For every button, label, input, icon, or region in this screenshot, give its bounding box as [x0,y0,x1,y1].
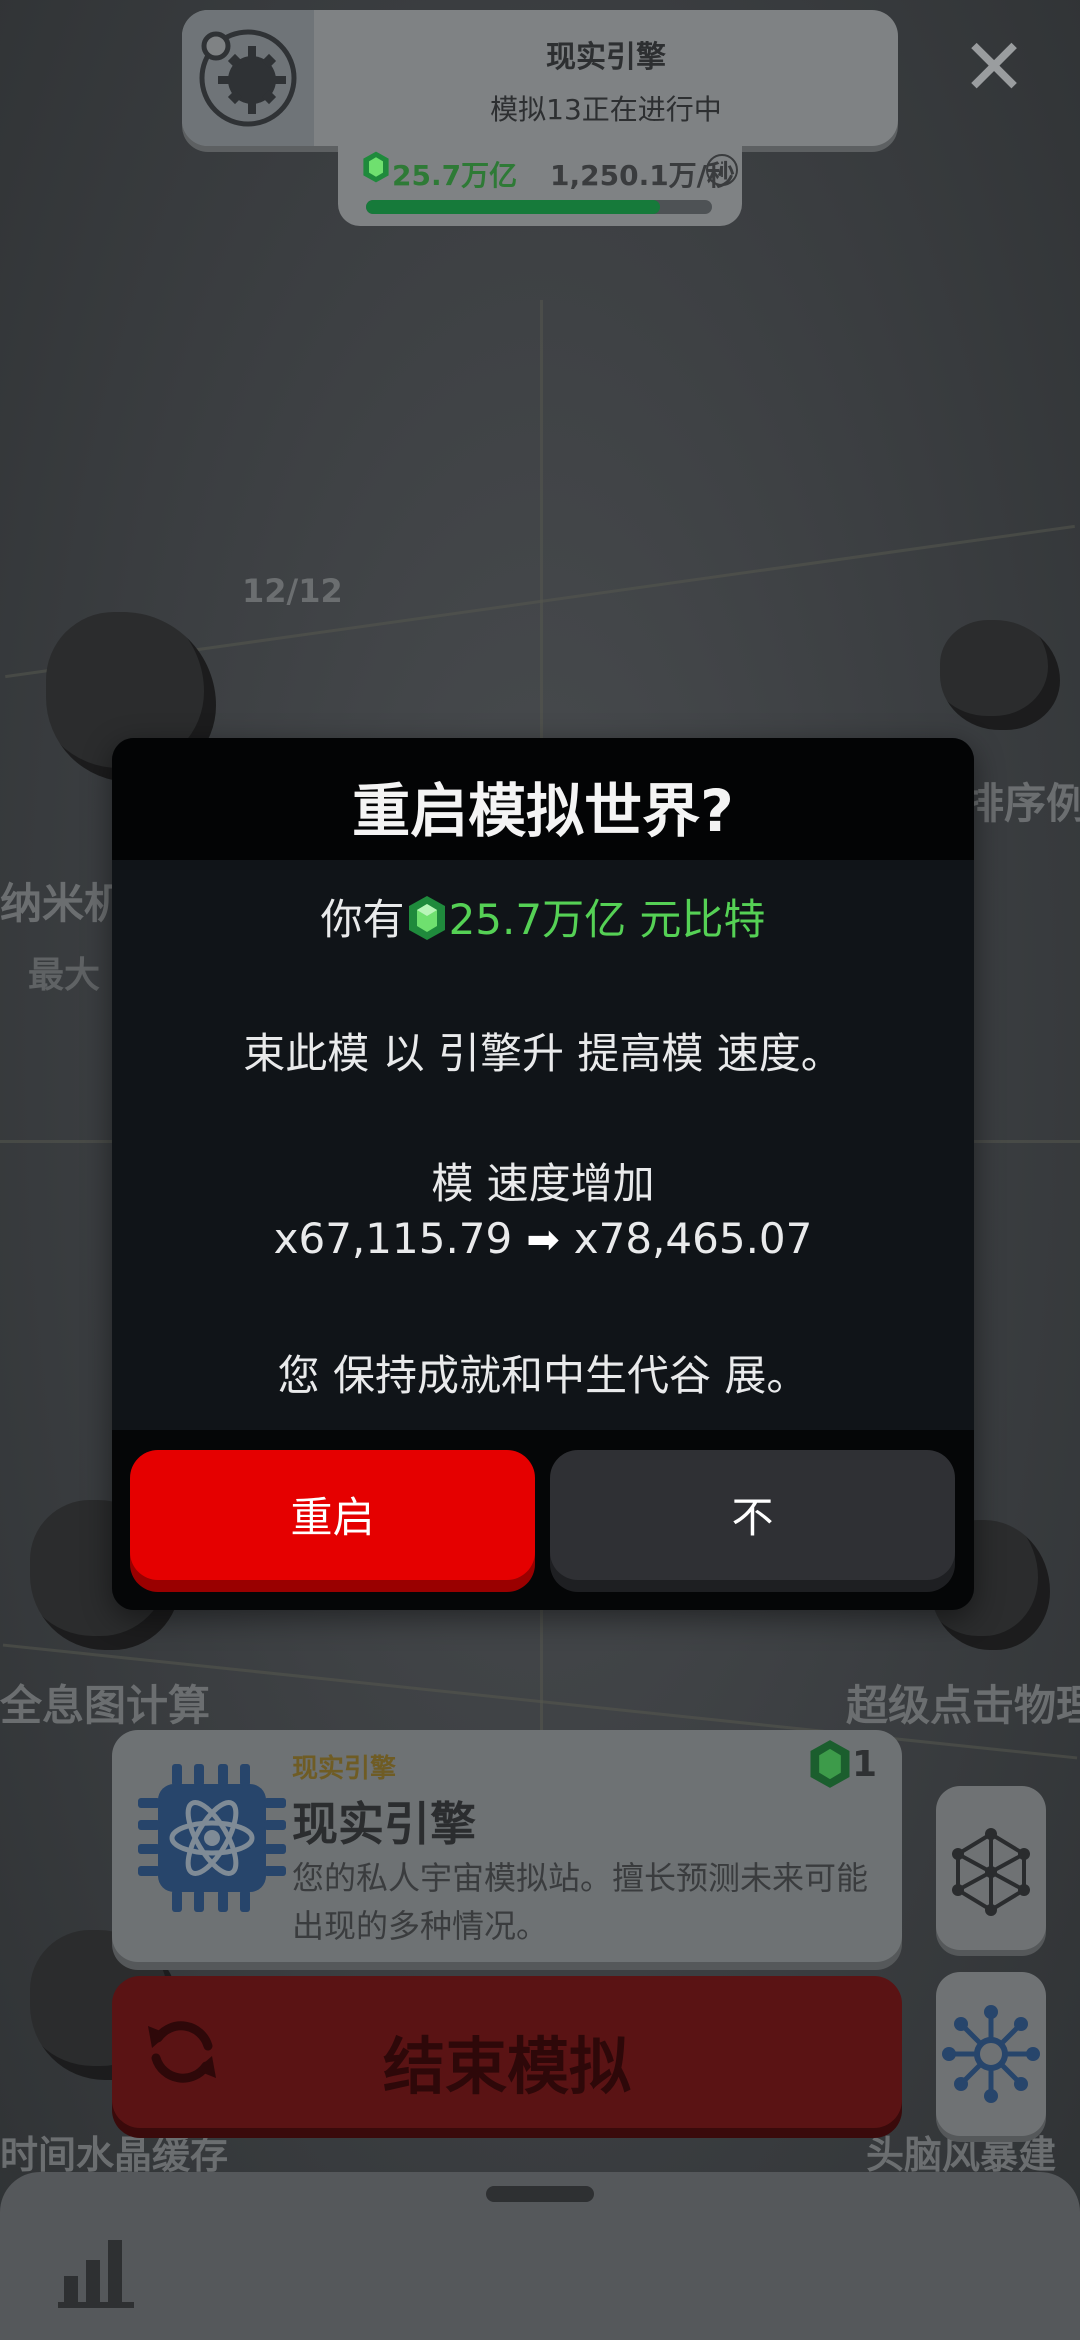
engine-title: 现实引擎 [292,1797,476,1851]
gem-icon [408,896,445,940]
end-simulation-label: 结束模拟 [382,2030,631,2103]
bar-chart-icon[interactable] [56,2226,140,2310]
header-subtitle: 模拟13正在进行中 [490,93,722,126]
restart-button[interactable]: 重启 [130,1450,535,1580]
bottom-sheet[interactable] [0,2172,1080,2340]
have-prefix: 你有 [320,895,405,944]
bg-node-label: 超级点击物理 [846,1681,1080,1730]
end-simulation-button[interactable]: 结束模拟 [112,1976,902,2128]
gem-icon [810,1740,850,1788]
sheet-drag-handle[interactable] [486,2186,594,2202]
keep-note: 您 保持成就和中生代谷 展。 [277,1351,809,1400]
atom-chip-icon [138,1764,286,1912]
engine-level-count: 1 [852,1744,878,1785]
bg-node-label: 时间水晶缓存 [0,2133,229,2177]
currency-line: 你有 25.7万亿 元比特 [112,886,974,947]
gem-icon [363,151,389,183]
close-icon[interactable]: ✕ [960,29,1028,107]
dialog-title: 重启模拟世界? [352,777,734,845]
header-title: 现实引擎 [546,40,666,75]
bg-node-label: 排序例 [962,779,1080,828]
resource-value: 25.7万亿 [392,159,518,192]
side-button-sphere[interactable] [936,1786,1046,1950]
speed-from: x67,115.79 [273,1214,513,1263]
resource-progress-fill [366,200,661,214]
bg-node-label: 纳米机 [0,879,127,928]
simulation-header[interactable]: 现实引擎 模拟13正在进行中 [182,10,898,146]
speed-values: x67,115.79 ➡ x78,465.07 [112,1214,974,1263]
dialog-description: 束此模 以 引擎升 提高模 速度。 [243,1029,843,1078]
node-counter: 12/12 [242,572,343,610]
speed-to: x78,465.07 [573,1214,813,1263]
cog-icon [199,29,297,127]
bg-node-label: 全息图计算 [0,1681,211,1730]
currency-amount: 25.7万亿 元比特 [448,895,766,944]
bg-node-sublabel: 最大 [28,955,101,996]
resource-panel[interactable]: 25.7万亿 1,250.1万/秒 i [338,140,742,226]
resource-progress-bar [366,200,712,214]
engine-tag: 现实引擎 [292,1754,397,1784]
arrow-right-icon: ➡ [526,1217,560,1263]
header-icon-box [182,10,314,146]
side-button-neural[interactable] [936,1972,1046,2136]
speed-title: 模 速度增加 [431,1159,655,1208]
cancel-button[interactable]: 不 [550,1450,955,1580]
restart-dialog: 重启模拟世界? 你有 25.7万亿 元比特 束此模 以 引擎升 提高模 速度。 … [112,738,974,1610]
engine-description: 您的私人宇宙模拟站。擅长预测未来可能出现的多种情况。 [292,1859,869,1945]
info-icon[interactable]: i [706,154,738,186]
network-sphere-icon [952,1828,1030,1916]
engine-info-card[interactable]: 现实引擎 现实引擎 您的私人宇宙模拟站。擅长预测未来可能出现的多种情况。 1 [112,1730,902,1962]
neural-icon [942,2005,1040,2103]
